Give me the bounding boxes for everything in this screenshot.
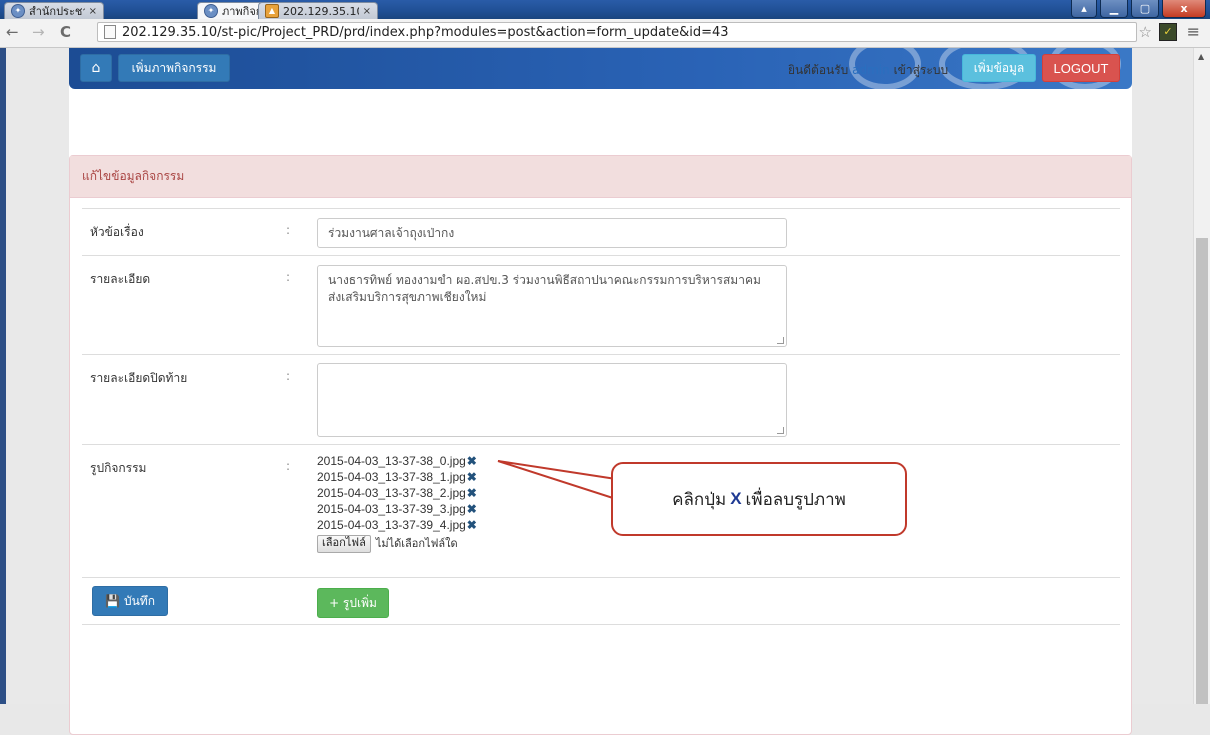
file-list: 2015-04-03_13-37-38_0.jpg ✖ 2015-04-03_1… <box>317 453 477 553</box>
colon: : <box>286 223 291 237</box>
colon: : <box>286 270 291 284</box>
callout-suffix: เพื่อลบรูปภาพ <box>745 489 846 510</box>
form-row-title: หัวข้อเรื่อง : ร่วมงานศาลเจ้าถุงเป่ากง <box>82 208 1120 255</box>
window-maximize-icon[interactable]: ▢ <box>1131 0 1159 18</box>
callout-box: คลิกปุ่ม X เพื่อลบรูปภาพ <box>611 462 907 536</box>
favicon-icon: ✦ <box>11 4 25 18</box>
menu-icon[interactable]: ≡ <box>1187 22 1200 41</box>
edit-activity-panel: แก้ไขข้อมูลกิจกรรม หัวข้อเรื่อง : ร่วมงา… <box>69 155 1132 735</box>
no-file-text: ไม่ได้เลือกไฟล์ใด <box>375 538 458 550</box>
tab-pr-office[interactable]: ✦ สำนักประชาสัมพันธ์เขต × <box>4 2 104 19</box>
file-item: 2015-04-03_13-37-38_0.jpg ✖ <box>317 453 477 469</box>
scroll-thumb[interactable] <box>1196 238 1208 704</box>
left-window-edge <box>0 48 6 704</box>
favicon-icon: ✦ <box>204 4 218 18</box>
detail-label: รายละเอียด <box>90 272 151 286</box>
form-row-detail: รายละเอียด : นางธารทิพย์ ทองงามขำ ผอ.สปข… <box>82 255 1120 354</box>
colon: : <box>286 369 291 383</box>
file-name: 2015-04-03_13-37-38_2.jpg <box>317 486 466 500</box>
callout-prefix: คลิกปุ่ม <box>672 489 727 510</box>
delete-x-icon[interactable]: ✖ <box>467 469 477 485</box>
delete-x-icon[interactable]: ✖ <box>467 485 477 501</box>
tab-phpmyadmin[interactable]: ▲ 202.129.35.10 / local × <box>258 2 378 19</box>
save-icon: 💾 <box>105 594 120 608</box>
choose-file-button[interactable]: เลือกไฟล์ <box>317 535 371 553</box>
url-text: 202.129.35.10/st-pic/Project_PRD/prd/ind… <box>122 24 729 40</box>
title-label: หัวข้อเรื่อง <box>90 225 144 239</box>
save-button[interactable]: 💾 บันทึก <box>92 586 168 616</box>
file-name: 2015-04-03_13-37-38_0.jpg <box>317 454 466 468</box>
footer-detail-textarea[interactable] <box>317 363 787 437</box>
delete-x-icon[interactable]: ✖ <box>467 501 477 517</box>
vertical-scrollbar[interactable]: ▲ <box>1193 48 1210 704</box>
window-minimize-icon[interactable]: ▁ <box>1100 0 1128 18</box>
file-item: 2015-04-03_13-37-39_4.jpg ✖ <box>317 517 477 533</box>
forward-arrow-icon[interactable]: → <box>32 23 45 41</box>
form-row-add-more: + รูปเพิ่ม <box>82 577 1120 625</box>
file-name: 2015-04-03_13-37-38_1.jpg <box>317 470 466 484</box>
reload-icon[interactable]: C <box>60 23 71 41</box>
file-item: 2015-04-03_13-37-38_2.jpg ✖ <box>317 485 477 501</box>
tab-label: สำนักประชาสัมพันธ์เขต <box>29 5 85 18</box>
add-data-button[interactable]: เพิ่มข้อมูล <box>962 54 1036 82</box>
images-label: รูปกิจกรรม <box>90 461 147 475</box>
callout-key: X <box>730 489 742 508</box>
resize-handle-icon[interactable] <box>777 337 784 344</box>
title-input[interactable]: ร่วมงานศาลเจ้าถุงเป่ากง <box>317 218 787 248</box>
extension-icon[interactable]: ✓ <box>1159 23 1177 41</box>
url-input[interactable]: 202.129.35.10/st-pic/Project_PRD/prd/ind… <box>97 22 1137 42</box>
page-icon <box>104 25 116 39</box>
form-row-footer-detail: รายละเอียดปิดท้าย : <box>82 354 1120 444</box>
pma-favicon-icon: ▲ <box>265 4 279 18</box>
username: admin <box>852 63 890 77</box>
window-controls: ▴ ▁ ▢ x <box>1071 0 1206 18</box>
welcome-prefix: ยินดีต้อนรับ <box>788 63 849 77</box>
scroll-up-icon[interactable]: ▲ <box>1198 52 1204 61</box>
add-activity-picture-button[interactable]: เพิ่มภาพกิจกรรม <box>118 54 230 82</box>
address-bar: ← → C 202.129.35.10/st-pic/Project_PRD/p… <box>0 19 1210 48</box>
top-nav: ⌂ เพิ่มภาพกิจกรรม ยินดีต้อนรับ admin เข้… <box>80 54 1120 86</box>
tab-close-icon[interactable]: × <box>363 6 371 17</box>
add-more-picture-button[interactable]: + รูปเพิ่ม <box>317 588 389 618</box>
home-button[interactable]: ⌂ <box>80 54 112 82</box>
delete-x-icon[interactable]: ✖ <box>467 517 477 533</box>
file-picker: เลือกไฟล์ ไม่ได้เลือกไฟล์ใด <box>317 535 477 553</box>
file-item: 2015-04-03_13-37-39_3.jpg ✖ <box>317 501 477 517</box>
tab-label: 202.129.35.10 / local <box>283 4 359 18</box>
tab-close-icon[interactable]: × <box>89 6 97 17</box>
file-name: 2015-04-03_13-37-39_3.jpg <box>317 502 466 516</box>
save-label: บันทึก <box>123 593 155 608</box>
window-profile-icon[interactable]: ▴ <box>1071 0 1097 18</box>
delete-x-icon[interactable]: ✖ <box>467 453 477 469</box>
callout-arrow <box>497 460 617 501</box>
footer-detail-label: รายละเอียดปิดท้าย <box>90 371 188 385</box>
welcome-suffix: เข้าสู่ระบบ <box>893 63 949 77</box>
logout-button[interactable]: LOGOUT <box>1042 54 1120 82</box>
colon: : <box>286 459 291 473</box>
file-name: 2015-04-03_13-37-39_4.jpg <box>317 518 466 532</box>
resize-handle-icon[interactable] <box>777 427 784 434</box>
detail-line: นางธารทิพย์ ทองงามขำ ผอ.สปข.3 ร่วมงานพิธ… <box>328 273 761 287</box>
file-item: 2015-04-03_13-37-38_1.jpg ✖ <box>317 469 477 485</box>
detail-textarea[interactable]: นางธารทิพย์ ทองงามขำ ผอ.สปข.3 ร่วมงานพิธ… <box>317 265 787 347</box>
window-close-button[interactable]: x <box>1162 0 1206 18</box>
bookmark-star-icon[interactable]: ☆ <box>1139 23 1152 41</box>
panel-title: แก้ไขข้อมูลกิจกรรม <box>70 156 1131 198</box>
callout-pointer <box>497 460 617 501</box>
welcome-text: ยินดีต้อนรับ admin เข้าสู่ระบบ <box>788 61 948 80</box>
home-icon: ⌂ <box>91 60 101 76</box>
detail-line: ส่งเสริมบริการสุขภาพเชียงใหม่ <box>328 290 487 304</box>
browser-titlebar: ✦ สำนักประชาสัมพันธ์เขต × ✦ ภาพกิจกรรม ส… <box>0 0 1210 19</box>
back-arrow-icon[interactable]: ← <box>6 23 19 41</box>
